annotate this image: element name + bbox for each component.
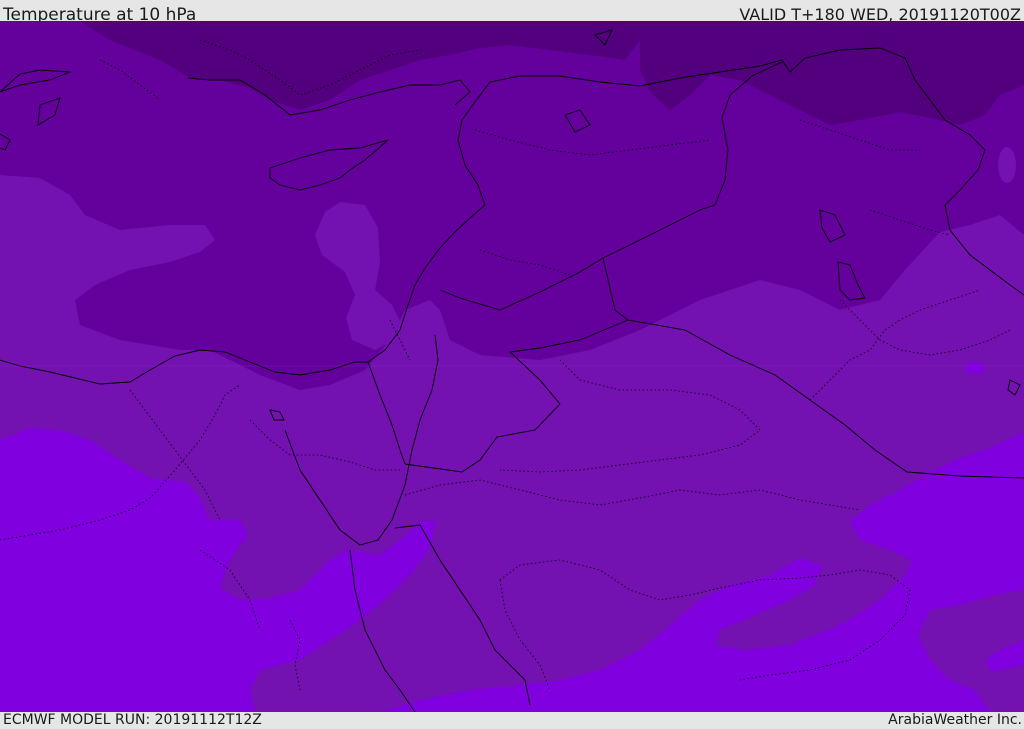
header-bar: Temperature at 10 hPa VALID T+180 WED, 2…	[0, 0, 1024, 25]
brand-credit: ArabiaWeather Inc.	[888, 712, 1022, 728]
model-run: ECMWF MODEL RUN: 20191112T12Z	[3, 712, 262, 728]
temp-pocket	[965, 362, 985, 374]
footer-bar: ECMWF MODEL RUN: 20191112T12Z ArabiaWeat…	[0, 712, 1024, 729]
temp-pocket	[998, 147, 1016, 183]
map-canvas	[0, 21, 1024, 712]
temperature-map[interactable]	[0, 21, 1024, 712]
